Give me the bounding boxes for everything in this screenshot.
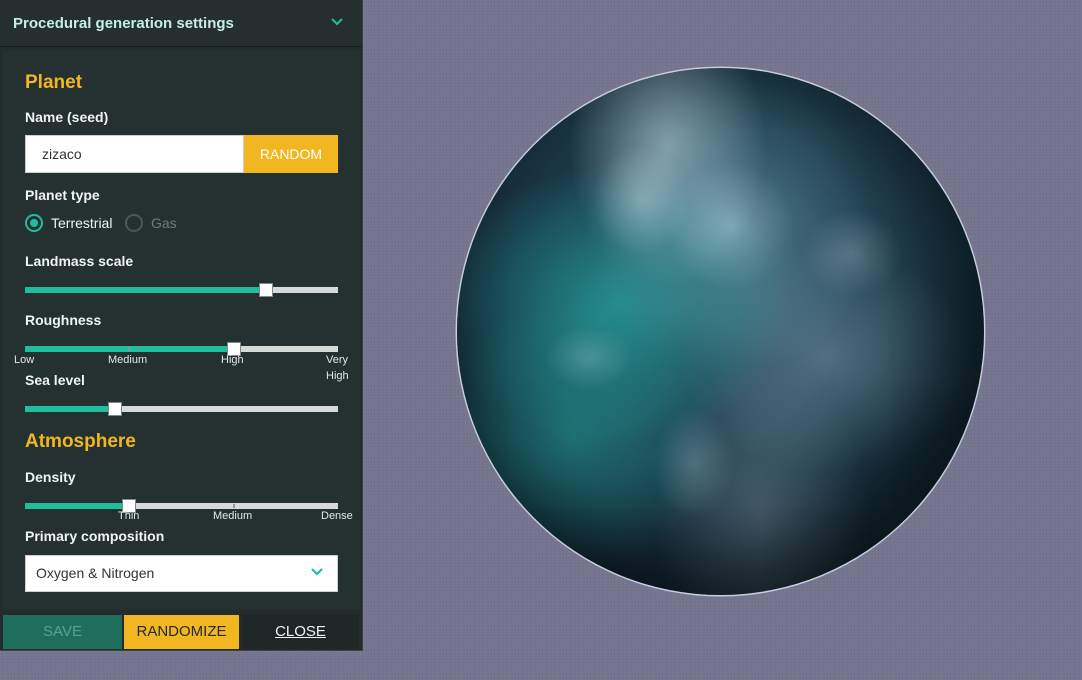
roughness-tick-very: Very — [326, 354, 349, 366]
roughness-label: Roughness — [25, 312, 102, 328]
roughness-tick-low: Low — [14, 354, 35, 366]
density-slider[interactable] — [25, 499, 338, 513]
sea-level-slider[interactable] — [25, 402, 338, 416]
roughness-tick-medium: Medium — [108, 354, 148, 366]
planet-type-label: Planet type — [25, 187, 100, 203]
save-button[interactable]: SAVE — [3, 615, 122, 649]
density-tick-thin: Thin — [118, 510, 140, 522]
close-button[interactable]: CLOSE — [242, 615, 359, 649]
density-label: Density — [25, 469, 76, 485]
landmass-thumb[interactable] — [259, 283, 273, 297]
composition-value: Oxygen & Nitrogen — [36, 565, 155, 581]
gas-radio[interactable] — [125, 214, 143, 232]
landmass-slider[interactable] — [25, 283, 338, 297]
landmass-fill — [25, 287, 266, 293]
seed-input[interactable]: zizaco — [25, 135, 244, 173]
sea-level-label: Sea level — [25, 372, 85, 388]
composition-select[interactable]: Oxygen & Nitrogen — [25, 555, 338, 592]
terrestrial-label[interactable]: Terrestrial — [51, 215, 112, 231]
randomize-button[interactable]: RANDOMIZE — [124, 615, 239, 649]
composition-label: Primary composition — [25, 528, 165, 544]
settings-panel: Procedural generation settings Planet Na… — [0, 0, 363, 651]
terrestrial-radio[interactable] — [25, 214, 43, 232]
roughness-slider[interactable] — [25, 342, 338, 356]
planet-section-title: Planet — [25, 72, 83, 93]
gas-label[interactable]: Gas — [151, 215, 177, 231]
roughness-tick-high: High — [221, 354, 244, 366]
roughness-tick — [128, 347, 130, 351]
density-tick — [233, 504, 235, 508]
panel-body — [3, 50, 360, 610]
density-tick-medium: Medium — [213, 510, 253, 522]
density-tick-dense: Dense — [321, 510, 353, 522]
roughness-tick-very-high: High — [326, 370, 349, 382]
sea-level-fill — [25, 406, 115, 412]
seed-label: Name (seed) — [25, 109, 109, 125]
sea-level-thumb[interactable] — [108, 402, 122, 416]
landmass-label: Landmass scale — [25, 253, 134, 269]
chevron-down-icon — [311, 568, 323, 576]
density-fill — [25, 503, 129, 509]
panel-title: Procedural generation settings — [13, 15, 234, 32]
planet-render[interactable] — [457, 68, 984, 595]
chevron-down-icon[interactable] — [330, 17, 344, 27]
atmosphere-section-title: Atmosphere — [25, 431, 136, 452]
panel-header[interactable]: Procedural generation settings — [0, 0, 362, 47]
random-seed-button[interactable]: RANDOM — [244, 135, 338, 173]
